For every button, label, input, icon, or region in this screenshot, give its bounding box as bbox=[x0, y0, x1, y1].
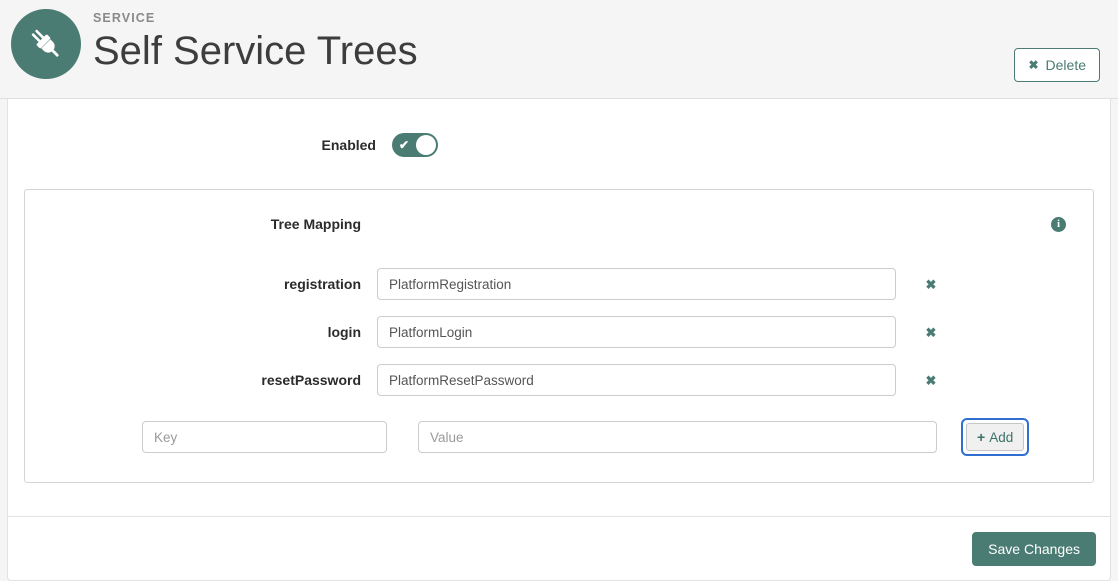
plus-icon: + bbox=[977, 430, 985, 444]
mapping-key-label: login bbox=[25, 324, 377, 340]
table-row: registration ✖ bbox=[25, 268, 1093, 300]
enabled-row: Enabled ✔ bbox=[24, 123, 1094, 167]
save-changes-button[interactable]: Save Changes bbox=[972, 532, 1096, 566]
close-x-icon: ✖ bbox=[926, 373, 937, 388]
remove-row-button[interactable]: ✖ bbox=[923, 324, 939, 340]
plug-icon bbox=[11, 9, 81, 79]
add-button-label: Add bbox=[989, 430, 1013, 445]
delete-button-label: Delete bbox=[1046, 57, 1086, 73]
mapping-key-label: registration bbox=[25, 276, 377, 292]
new-value-input[interactable] bbox=[418, 421, 937, 453]
table-row: login ✖ bbox=[25, 316, 1093, 348]
close-x-icon: ✖ bbox=[1028, 59, 1038, 71]
mapping-value-input[interactable] bbox=[377, 364, 896, 396]
tree-mapping-fieldset: Tree Mapping i registration ✖ login ✖ bbox=[24, 189, 1094, 483]
tree-mapping-rows: registration ✖ login ✖ resetPassword bbox=[25, 268, 1093, 456]
remove-row-button[interactable]: ✖ bbox=[923, 372, 939, 388]
tree-mapping-label: Tree Mapping bbox=[25, 216, 377, 232]
mapping-key-label: resetPassword bbox=[25, 372, 377, 388]
enabled-toggle[interactable]: ✔ bbox=[392, 133, 438, 157]
close-x-icon: ✖ bbox=[926, 277, 937, 292]
page-eyebrow: SERVICE bbox=[93, 10, 418, 26]
tree-mapping-header: Tree Mapping i bbox=[25, 210, 1093, 238]
new-key-input[interactable] bbox=[142, 421, 387, 453]
header-titles: SERVICE Self Service Trees bbox=[93, 10, 418, 75]
delete-button[interactable]: ✖ Delete bbox=[1014, 48, 1100, 82]
remove-row-button[interactable]: ✖ bbox=[923, 276, 939, 292]
page-header: SERVICE Self Service Trees ✖ Delete bbox=[0, 0, 1118, 99]
card-body: Enabled ✔ Tree Mapping i registration ✖ bbox=[8, 99, 1110, 483]
add-mapping-row: + Add bbox=[25, 418, 1093, 456]
enabled-label: Enabled bbox=[24, 137, 392, 153]
check-icon: ✔ bbox=[399, 139, 409, 151]
mapping-value-input[interactable] bbox=[377, 268, 896, 300]
info-icon[interactable]: i bbox=[1051, 217, 1066, 232]
mapping-value-input[interactable] bbox=[377, 316, 896, 348]
add-button-focus-ring: + Add bbox=[961, 418, 1029, 456]
card-footer: Save Changes bbox=[8, 516, 1110, 580]
page-title: Self Service Trees bbox=[93, 27, 418, 75]
settings-card: Enabled ✔ Tree Mapping i registration ✖ bbox=[7, 99, 1111, 581]
toggle-knob bbox=[416, 135, 436, 155]
add-button[interactable]: + Add bbox=[966, 423, 1024, 451]
close-x-icon: ✖ bbox=[926, 325, 937, 340]
table-row: resetPassword ✖ bbox=[25, 364, 1093, 396]
